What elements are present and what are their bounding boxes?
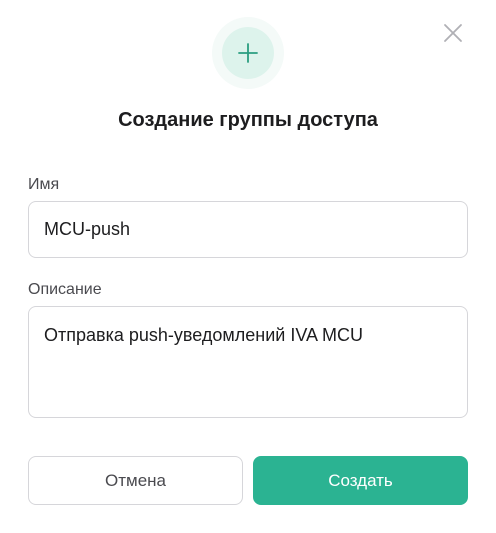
header-icon-badge [222, 27, 274, 79]
close-button[interactable] [440, 20, 466, 46]
create-access-group-dialog: Создание группы доступа Имя Описание Отп… [0, 0, 496, 533]
name-label: Имя [28, 176, 60, 193]
description-label: Описание [28, 281, 102, 298]
close-icon[interactable] [440, 20, 466, 46]
create-button[interactable]: Создать [253, 456, 468, 505]
name-input[interactable] [28, 201, 468, 258]
plus-icon [238, 43, 258, 63]
description-textarea[interactable]: Отправка push-уведомлений IVA MCU [28, 306, 468, 418]
dialog-title: Создание группы доступа [118, 109, 378, 131]
cancel-button[interactable]: Отмена [28, 456, 243, 505]
